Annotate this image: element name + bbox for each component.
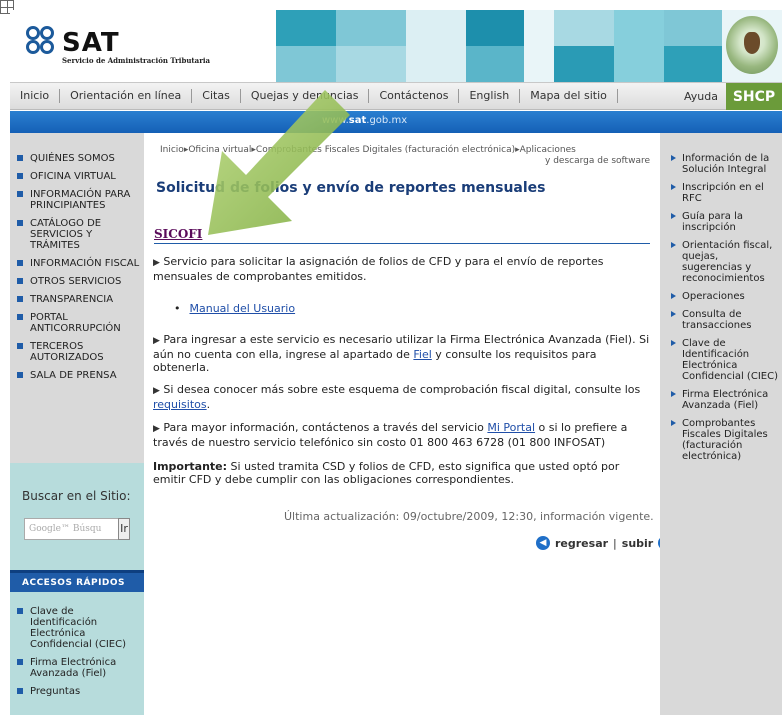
- manual-link[interactable]: Manual del Usuario: [174, 302, 296, 315]
- sicofi-heading[interactable]: SICOFI: [154, 227, 202, 241]
- nav-separator: |: [613, 536, 617, 550]
- mosaic-tile: [614, 10, 664, 82]
- site-header: SAT Servicio de Administración Tributari…: [10, 10, 782, 82]
- mosaic-tile: [554, 10, 614, 46]
- nav-orientacion[interactable]: Orientación en línea: [60, 89, 193, 103]
- left-menu: Quiénes somos Oficina virtual Informació…: [10, 153, 144, 388]
- search-button[interactable]: Ir: [118, 518, 130, 540]
- top-nav: Inicio Orientación en línea Citas Quejas…: [10, 82, 782, 110]
- right-menu-item[interactable]: Consulta de transacciones: [660, 309, 782, 331]
- logo-text: SAT: [62, 28, 120, 58]
- nav-contactenos[interactable]: Contáctenos: [369, 89, 460, 103]
- triangle-bullet-icon: ▶: [153, 386, 160, 396]
- mosaic-tile: [664, 46, 722, 82]
- right-menu-item[interactable]: Comprobantes Fiscales Digitales (factura…: [660, 418, 782, 462]
- shcp-link[interactable]: SHCP: [726, 83, 782, 110]
- important-label: Importante:: [153, 460, 228, 473]
- header-mosaic: [218, 10, 782, 82]
- search-label: Buscar en el Sitio:: [22, 489, 131, 503]
- sat-logo[interactable]: SAT Servicio de Administración Tributari…: [10, 10, 218, 82]
- mosaic-tile: [218, 10, 276, 82]
- mosaic-tile: [554, 46, 614, 82]
- left-sidebar: Quiénes somos Oficina virtual Informació…: [10, 133, 144, 715]
- quick-access-item[interactable]: Firma Electrónica Avanzada (Fiel): [10, 657, 144, 679]
- mosaic-tile: [336, 10, 406, 46]
- fiel-paragraph: ▶ Para ingresar a este servicio es neces…: [153, 333, 650, 374]
- green-arrow-icon: [208, 90, 350, 235]
- triangle-bullet-icon: ▶: [153, 424, 160, 434]
- left-menu-item[interactable]: Otros servicios: [10, 276, 144, 287]
- mi-portal-link[interactable]: Mi Portal: [487, 421, 535, 434]
- nav-mapa[interactable]: Mapa del sitio: [520, 89, 618, 103]
- right-menu-item[interactable]: Inscripción en el RFC: [660, 182, 782, 204]
- triangle-bullet-icon: ▶: [153, 258, 160, 268]
- left-menu-item[interactable]: Información fiscal: [10, 258, 144, 269]
- left-menu-item[interactable]: Quiénes somos: [10, 153, 144, 164]
- quick-access-title: Accesos rápidos: [10, 570, 144, 592]
- mosaic-tile: [276, 46, 336, 82]
- requisitos-paragraph: ▶ Si desea conocer más sobre este esquem…: [153, 383, 641, 411]
- nav-ayuda[interactable]: Ayuda: [684, 90, 718, 103]
- mosaic-tile: [336, 46, 406, 82]
- left-menu-item[interactable]: Oficina virtual: [10, 171, 144, 182]
- mosaic-tile: [276, 10, 336, 46]
- requisitos-link[interactable]: requisitos: [153, 398, 207, 411]
- nav-inicio[interactable]: Inicio: [10, 89, 61, 103]
- right-menu-item[interactable]: Información de la Solución Integral: [660, 153, 782, 175]
- right-menu-item[interactable]: Orientación fiscal, quejas, sugerencias …: [660, 240, 782, 284]
- triangle-bullet-icon: ▶: [153, 336, 160, 346]
- contact-paragraph: ▶ Para mayor información, contáctenos a …: [153, 421, 628, 449]
- search-input[interactable]: Google™ Búsqu: [24, 518, 120, 540]
- left-menu-item[interactable]: Sala de prensa: [10, 370, 144, 381]
- quick-access-item[interactable]: Preguntas: [10, 686, 144, 697]
- right-menu: Información de la Solución Integral Insc…: [660, 153, 782, 469]
- back-link[interactable]: regresar: [555, 537, 608, 550]
- intro-text: Servicio para solicitar la asignación de…: [153, 255, 604, 283]
- mosaic-tile: [406, 10, 466, 82]
- important-note: Importante: Si usted tramita CSD y folio…: [153, 460, 620, 486]
- right-sidebar: Información de la Solución Integral Insc…: [660, 133, 782, 715]
- right-menu-item[interactable]: Guía para la inscripción: [660, 211, 782, 233]
- up-link[interactable]: subir: [622, 537, 653, 550]
- left-menu-item[interactable]: Transparencia: [10, 294, 144, 305]
- quick-access-item[interactable]: Clave de Identificación Electrónica Conf…: [10, 606, 144, 650]
- left-menu-item[interactable]: Terceros autorizados: [10, 341, 144, 363]
- fiel-link[interactable]: Fiel: [413, 348, 431, 361]
- mosaic-tile: [524, 10, 554, 82]
- url-bar: www.sat.gob.mx: [10, 111, 782, 133]
- right-menu-item[interactable]: Operaciones: [660, 291, 782, 302]
- intro-paragraph: ▶ Servicio para solicitar la asignación …: [153, 255, 653, 283]
- mexico-seal-icon: [726, 16, 778, 74]
- nav-english[interactable]: English: [459, 89, 521, 103]
- mosaic-tile: [466, 46, 524, 82]
- sat-circles-icon: [26, 26, 58, 58]
- left-menu-item[interactable]: Catálogo de servicios y trámites: [10, 218, 144, 251]
- right-menu-item[interactable]: Clave de Identificación Electrónica Conf…: [660, 338, 782, 382]
- logo-subtitle: Servicio de Administración Tributaria: [62, 56, 211, 65]
- back-arrow-icon[interactable]: ◀: [536, 536, 550, 550]
- left-menu-item[interactable]: Portal anticorrupción: [10, 312, 144, 334]
- last-updated: Última actualización: 09/octubre/2009, 1…: [284, 510, 654, 523]
- quick-access-list: Clave de Identificación Electrónica Conf…: [10, 592, 144, 715]
- left-menu-item[interactable]: Información para principiantes: [10, 189, 144, 211]
- mosaic-tile: [664, 10, 722, 46]
- right-menu-item[interactable]: Firma Electrónica Avanzada (Fiel): [660, 389, 782, 411]
- page-navigation: ◀ regresar | subir ▲: [536, 536, 673, 550]
- mosaic-tile: [466, 10, 524, 46]
